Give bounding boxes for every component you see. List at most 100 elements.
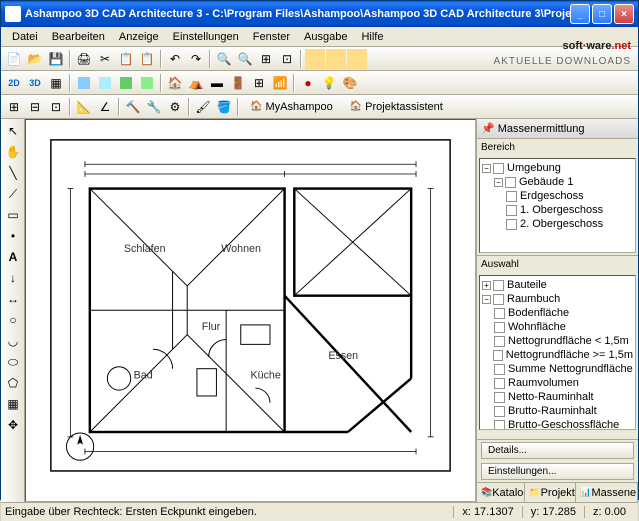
menu-anzeige[interactable]: Anzeige [112,29,166,45]
arrow-icon[interactable]: ↓ [3,268,23,288]
floorplan-drawing: Schlafen Wohnen Flur Bad Küche Essen [46,135,455,476]
tab-projekte[interactable]: 📁Projekte [525,483,576,502]
zoom-out-icon[interactable]: 🔍 [235,49,255,69]
save-icon[interactable]: 💾 [46,49,66,69]
new-icon[interactable]: 📄 [4,49,24,69]
room-label: Bad [134,369,153,381]
paste-icon[interactable]: 📋 [137,49,157,69]
status-y: y: 17.285 [522,506,584,518]
wrench-icon[interactable]: 🔧 [144,97,164,117]
cut-icon[interactable]: ✂ [95,49,115,69]
hammer-icon[interactable]: 🔨 [123,97,143,117]
render-icon[interactable]: ● [298,73,318,93]
grid3-tool-icon[interactable]: ⊡ [46,97,66,117]
angle-icon[interactable]: ∠ [95,97,115,117]
roof-icon[interactable]: ⛺ [186,73,206,93]
menu-hilfe[interactable]: Hilfe [354,29,390,45]
section-auswahl: Auswahl [477,256,638,273]
view1-icon[interactable] [74,73,94,93]
menu-fenster[interactable]: Fenster [246,29,297,45]
toolbar-tools: ⊞ ⊟ ⊡ 📐 ∠ 🔨 🔧 ⚙ 🖌 🪣 🏠 MyAshampoo 🏠 Proje… [1,95,638,119]
section-icon[interactable]: ▦ [46,73,66,93]
settings-button[interactable]: Einstellungen... [481,463,634,480]
grid2-tool-icon[interactable]: ⊟ [25,97,45,117]
rect-icon[interactable]: ▭ [3,205,23,225]
status-message: Eingabe über Rechteck: Ersten Eckpunkt e… [5,506,453,518]
measure-icon[interactable]: 📐 [74,97,94,117]
details-button[interactable]: Details... [481,442,634,459]
ellipse-icon[interactable]: ⬭ [3,352,23,372]
tab-myashampoo[interactable]: 🏠 MyAshampoo [242,99,341,115]
polygon-icon[interactable]: ⬠ [3,373,23,393]
panel-tabs: 📚Katalog 📁Projekte 📊Massene... [477,482,638,502]
dim-icon[interactable]: ↔ [3,289,23,309]
light-icon[interactable]: 💡 [319,73,339,93]
print-icon[interactable]: 🖨 [74,49,94,69]
zoom-fit-icon[interactable]: ⊞ [256,49,276,69]
minimize-button[interactable]: _ [570,4,590,24]
room-label: Essen [328,350,358,362]
tab-massen[interactable]: 📊Massene... [576,483,638,502]
home-icon[interactable]: 🏠 [165,73,185,93]
app-icon [5,6,21,22]
paint-icon[interactable]: 🖌 [193,97,213,117]
grid-tool-icon[interactable]: ⊞ [4,97,24,117]
room-label: Schlafen [124,243,166,255]
toolbar-view: 2D 3D ▦ 🏠 ⛺ ▬ 🚪 ⊞ 📶 ● 💡 🎨 [1,71,638,95]
circle-icon[interactable]: ○ [3,310,23,330]
tab-katalog[interactable]: 📚Katalog [477,483,525,502]
menu-bearbeiten[interactable]: Bearbeiten [45,29,112,45]
window-icon[interactable]: ⊞ [249,73,269,93]
close-button[interactable]: × [614,4,634,24]
config-icon[interactable]: ⚙ [165,97,185,117]
bucket-icon[interactable]: 🪣 [214,97,234,117]
copy-icon[interactable]: 📋 [116,49,136,69]
open-icon[interactable]: 📂 [25,49,45,69]
door-icon[interactable]: 🚪 [228,73,248,93]
maximize-button[interactable]: □ [592,4,612,24]
view3-icon[interactable] [116,73,136,93]
titlebar: Ashampoo 3D CAD Architecture 3 - C:\Prog… [1,1,638,27]
wall-icon[interactable]: ▬ [207,73,227,93]
window-title: Ashampoo 3D CAD Architecture 3 - C:\Prog… [25,8,570,20]
toolbar-main: 📄 📂 💾 🖨 ✂ 📋 📋 ↶ ↷ 🔍 🔍 ⊞ ⊡ [1,47,638,71]
layers-icon[interactable] [305,49,325,69]
move-icon[interactable]: ✥ [3,415,23,435]
redo-icon[interactable]: ↷ [186,49,206,69]
point-icon[interactable]: • [3,226,23,246]
undo-icon[interactable]: ↶ [165,49,185,69]
menu-ausgabe[interactable]: Ausgabe [297,29,354,45]
menu-einstellungen[interactable]: Einstellungen [166,29,246,45]
left-toolbar: ↖ ✋ ╲ ⟋ ▭ • A ↓ ↔ ○ ◡ ⬭ ⬠ ▦ ✥ [1,119,25,502]
room-label: Küche [250,369,280,381]
material-icon[interactable]: 🎨 [340,73,360,93]
arc-icon[interactable]: ◡ [3,331,23,351]
3d-icon[interactable]: 3D [25,73,45,93]
hatch-icon[interactable]: ▦ [3,394,23,414]
text-icon[interactable]: A [3,247,23,267]
view4-icon[interactable] [137,73,157,93]
section-bereich: Bereich [477,139,638,156]
room-label: Flur [202,321,221,333]
snap-icon[interactable] [347,49,367,69]
select-icon[interactable]: ↖ [3,121,23,141]
menubar: Datei Bearbeiten Anzeige Einstellungen F… [1,27,638,47]
tree-auswahl[interactable]: +Bauteile −Raumbuch Bodenfläche Wohnfläc… [479,275,636,430]
2d-icon[interactable]: 2D [4,73,24,93]
polyline-icon[interactable]: ⟋ [3,184,23,204]
view2-icon[interactable] [95,73,115,93]
tab-projektassistent[interactable]: 🏠 Projektassistent [342,99,451,115]
panel-title: 📌Massenermittlung [477,119,638,139]
drawing-canvas[interactable]: Schlafen Wohnen Flur Bad Küche Essen [25,119,476,502]
line-icon[interactable]: ╲ [3,163,23,183]
status-z: z: 0.00 [584,506,634,518]
zoom-window-icon[interactable]: ⊡ [277,49,297,69]
tree-bereich[interactable]: −Umgebung −Gebäude 1 Erdgeschoss 1. Ober… [479,158,636,253]
grid-icon[interactable] [326,49,346,69]
menu-datei[interactable]: Datei [5,29,45,45]
statusbar: Eingabe über Rechteck: Ersten Eckpunkt e… [1,502,638,521]
stair-icon[interactable]: 📶 [270,73,290,93]
hand-icon[interactable]: ✋ [3,142,23,162]
zoom-in-icon[interactable]: 🔍 [214,49,234,69]
room-label: Wohnen [221,243,261,255]
